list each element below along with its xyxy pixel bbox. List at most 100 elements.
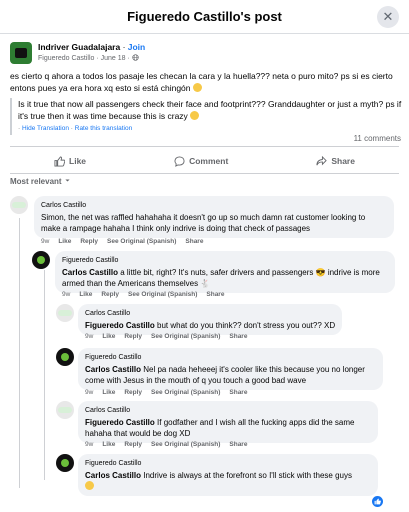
comment: Carlos Castillo Simon, the net was raffl… [10,196,405,248]
comment-author[interactable]: Figueredo Castillo [85,352,376,363]
comment-text: but what do you think?? don't stress you… [154,321,336,330]
smile-emoji-icon [192,83,202,92]
post-date[interactable]: · June 18 · [94,55,131,62]
comment-bubble: Carlos Castillo Figueredo Castillo but w… [78,304,343,335]
divider [10,173,399,174]
comment: Carlos Castillo Figueredo Castillo but w… [56,304,405,344]
separator: · [120,42,128,52]
see-original-link[interactable]: See Original (Spanish) [107,238,176,245]
comment-like-button[interactable]: Like [102,441,115,448]
see-original-link[interactable]: See Original (Spanish) [151,389,220,396]
thread-line [19,218,20,488]
comment-actions: 9w Like Reply See Original (Spanish) Sha… [85,389,247,396]
comment-bubble: Figueredo Castillo Carlos Castillo Nel p… [78,348,383,390]
thread-line [44,270,45,480]
comment-author[interactable]: Carlos Castillo [85,308,335,319]
comment-reply-button[interactable]: Reply [124,441,142,448]
comment-author[interactable]: Figueredo Castillo [85,458,371,469]
avatar[interactable] [56,304,74,322]
comment-share-button[interactable]: Share [206,291,224,298]
rate-translation-link[interactable]: Rate this translation [75,125,132,132]
comment-actions: 9w Like Reply See Original (Spanish) Sha… [85,441,247,448]
divider [10,146,399,147]
globe-icon [132,54,139,61]
comment-mention[interactable]: Figueredo Castillo [85,321,155,330]
dialog-title: Figueredo Castillo's post [127,9,282,24]
like-button[interactable]: Like [54,155,87,167]
join-button[interactable]: Join [128,42,145,52]
share-icon [316,155,328,165]
comment: Carlos Castillo Figueredo Castillo If go… [56,401,405,451]
comment-author[interactable]: Carlos Castillo [85,405,371,416]
comment: Figueredo Castillo Carlos Castillo Indri… [56,454,405,498]
see-original-link[interactable]: See Original (Spanish) [151,441,220,448]
avatar[interactable] [10,196,28,214]
comment-bubble: Figueredo Castillo Carlos Castillo Indri… [78,454,378,496]
avatar[interactable] [56,401,74,419]
like-reaction-icon[interactable] [372,496,383,507]
comment-icon [174,155,185,167]
comment-author[interactable]: Carlos Castillo [41,200,387,211]
comment-label: Comment [189,156,229,166]
comment-mention[interactable]: Carlos Castillo [62,268,118,277]
see-original-link[interactable]: See Original (Spanish) [128,291,197,298]
comment-share-button[interactable]: Share [229,333,247,340]
comment-like-button[interactable]: Like [102,389,115,396]
group-avatar[interactable] [10,42,32,64]
close-icon[interactable]: ✕ [377,6,399,28]
comment-like-button[interactable]: Like [102,333,115,340]
comment-actions: 9w Like Reply See Original (Spanish) Sha… [41,238,203,245]
post-header: Indriver Guadalajara · Join Figueredo Ca… [10,42,145,64]
group-name-link[interactable]: Indriver Guadalajara [38,42,120,52]
sort-label: Most relevant [10,177,62,186]
avatar[interactable] [56,348,74,366]
translation-block: Is it true that now all passengers check… [10,98,402,135]
comment-time[interactable]: 9w [85,389,93,396]
avatar[interactable] [32,251,50,269]
emoji-icon [85,481,94,490]
comment-like-button[interactable]: Like [79,291,92,298]
comment-share-button[interactable]: Share [185,238,203,245]
post-author-link[interactable]: Figueredo Castillo [38,55,94,62]
hide-translation-link[interactable]: Hide Translation [22,125,69,132]
comments-count[interactable]: 11 comments [354,134,401,143]
comment-time[interactable]: 9w [85,333,93,340]
comment-actions: 9w Like Reply See Original (Spanish) Sha… [62,291,224,298]
comment-bubble: Figueredo Castillo Carlos Castillo a lit… [55,251,395,293]
comment-mention[interactable]: Figueredo Castillo [85,418,155,427]
comment-like-button[interactable]: Like [58,238,71,245]
comment-reply-button[interactable]: Reply [101,291,119,298]
post-dialog-header: Figueredo Castillo's post ✕ [0,0,409,34]
comment-time[interactable]: 9w [41,238,49,245]
comment-mention[interactable]: Carlos Castillo [85,365,141,374]
comment-time[interactable]: 9w [62,291,70,298]
thumbs-up-icon [54,155,66,167]
comment-reply-button[interactable]: Reply [80,238,98,245]
comment-share-button[interactable]: Share [229,441,247,448]
see-original-link[interactable]: See Original (Spanish) [151,333,220,340]
translation-text: Is it true that now all passengers check… [18,99,402,121]
like-label: Like [69,156,87,166]
comment-author[interactable]: Figueredo Castillo [62,255,388,266]
comment-mention[interactable]: Carlos Castillo [85,471,141,480]
comment: Figueredo Castillo Carlos Castillo a lit… [32,251,405,301]
comment-reply-button[interactable]: Reply [124,389,142,396]
comment-share-button[interactable]: Share [229,389,247,396]
post-actions: Like Comment Share [10,150,399,172]
post-body: es cierto q ahora a todos los pasaje les… [10,70,402,94]
share-label: Share [331,156,355,166]
smile-emoji-icon [190,111,200,120]
chevron-down-icon [65,179,70,182]
comment: Figueredo Castillo Carlos Castillo Nel p… [56,348,405,398]
avatar[interactable] [56,454,74,472]
comment-actions: 9w Like Reply See Original (Spanish) Sha… [85,333,247,340]
comment-text: Simon, the net was raffled hahahaha it d… [41,213,366,233]
comment-bubble: Carlos Castillo Figueredo Castillo If go… [78,401,378,443]
comment-button[interactable]: Comment [174,155,229,167]
comment-sort-dropdown[interactable]: Most relevant [10,177,71,186]
comment-bubble: Carlos Castillo Simon, the net was raffl… [34,196,394,238]
comment-time[interactable]: 9w [85,441,93,448]
comment-reply-button[interactable]: Reply [124,333,142,340]
thumbs-up-icon [374,498,381,505]
share-button[interactable]: Share [316,155,355,167]
